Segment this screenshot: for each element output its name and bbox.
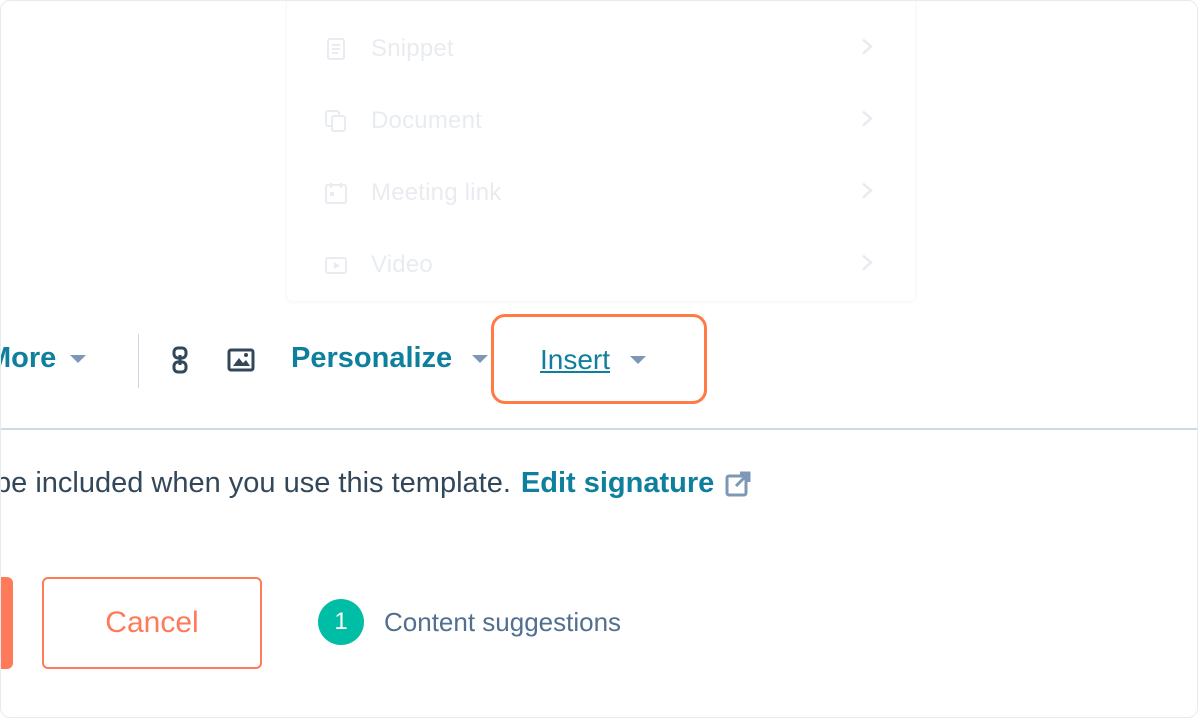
calendar-icon [325, 182, 347, 204]
suggestions-label: Content suggestions [384, 606, 622, 637]
menu-item-document[interactable]: Document [287, 85, 915, 157]
menu-item-label: Meeting link [371, 179, 502, 206]
menu-item-video[interactable]: Video [287, 229, 915, 301]
suggestions-count-badge: 1 [318, 599, 364, 645]
signature-text: be included when you use this template. [0, 467, 511, 499]
link-icon[interactable] [171, 346, 189, 374]
snippet-icon [325, 38, 347, 60]
editor-separator [1, 428, 1197, 430]
menu-item-label: Snippet [371, 35, 454, 62]
personalize-label: Personalize [291, 342, 453, 374]
editor-frame: Snippet Document Meeting link Video ore … [0, 0, 1198, 718]
chevron-right-icon [861, 110, 873, 133]
menu-item-label: Document [371, 107, 482, 134]
video-icon [325, 254, 347, 276]
insert-highlight-box [491, 314, 707, 404]
menu-item-snippet[interactable]: Snippet [287, 13, 915, 85]
caret-down-icon [70, 354, 87, 363]
save-button[interactable] [1, 577, 13, 669]
menu-item-meeting-link[interactable]: Meeting link [287, 157, 915, 229]
more-dropdown[interactable]: More [1, 342, 87, 375]
external-link-icon[interactable] [724, 470, 752, 498]
chevron-right-icon [861, 254, 873, 277]
more-label: More [1, 342, 57, 374]
chevron-right-icon [861, 38, 873, 61]
menu-item-label: Video [371, 251, 433, 278]
chevron-right-icon [861, 182, 873, 205]
caret-down-icon [472, 354, 489, 363]
personalize-dropdown[interactable]: Personalize [291, 342, 489, 375]
edit-signature-link[interactable]: Edit signature [521, 467, 714, 500]
image-icon[interactable] [227, 348, 255, 372]
cancel-button[interactable]: Cancel [42, 577, 262, 669]
document-icon [325, 110, 347, 132]
toolbar-divider [138, 334, 139, 388]
content-suggestions[interactable]: 1 Content suggestions [318, 599, 621, 645]
signature-note: be included when you use this template. … [0, 467, 752, 500]
insert-dropdown-menu: Snippet Document Meeting link Video [286, 1, 916, 302]
